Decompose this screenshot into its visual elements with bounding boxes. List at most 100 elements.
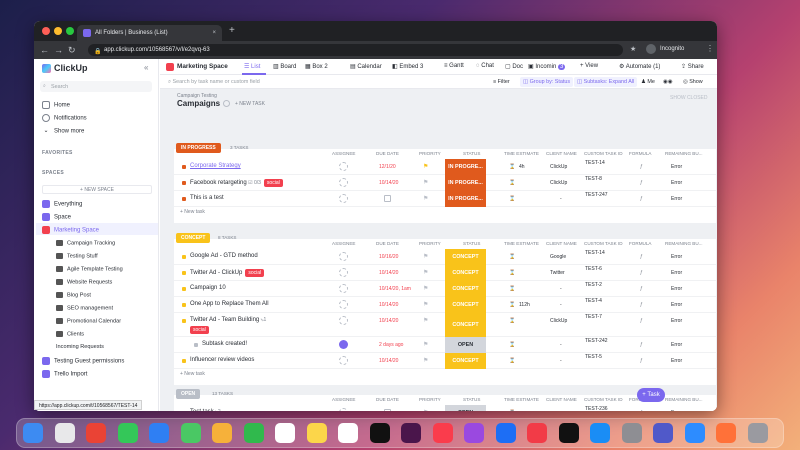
time-estimate[interactable]: 4h — [519, 164, 525, 170]
space-title[interactable]: Marketing Space — [177, 63, 228, 70]
chrome-dock-icon[interactable] — [86, 423, 106, 443]
status-cell[interactable]: CONCEPT — [445, 353, 486, 369]
column-header[interactable]: TIME ESTIMATE — [504, 241, 539, 246]
client-name[interactable]: - — [560, 196, 562, 202]
folder-item[interactable]: Testing Stuff — [56, 253, 98, 259]
finder-dock-icon[interactable] — [23, 423, 43, 443]
minimize-window-button[interactable] — [54, 27, 62, 35]
column-header[interactable]: FORMULA — [629, 151, 651, 156]
column-header[interactable]: CLIENT NAME — [546, 241, 577, 246]
hourglass-icon[interactable]: ⌛ — [509, 196, 515, 202]
client-name[interactable]: - — [560, 410, 562, 411]
custom-task-id[interactable]: TEST-7 — [585, 314, 602, 320]
stocks-dock-icon[interactable] — [558, 423, 579, 443]
tab-close-icon[interactable]: × — [212, 25, 216, 41]
reload-button[interactable]: ↻ — [68, 44, 76, 56]
trash-dock-icon[interactable] — [747, 423, 768, 443]
sidebar-item-marketing-space[interactable]: Marketing Space — [42, 226, 99, 234]
due-date[interactable]: 10/14/20 — [379, 302, 398, 308]
task-row[interactable]: Facebook retargeting ☑ 0/3 social 10/14/20… — [174, 175, 716, 191]
task-tag[interactable]: social — [190, 326, 209, 334]
star-icon[interactable]: ★ — [630, 45, 636, 53]
task-row[interactable]: Google Ad - GTD method 10/16/20 ⚑ CONCEPT ⌛ G… — [174, 249, 716, 265]
task-row[interactable]: Twitter Ad - ClickUp social 10/14/20 ⚑ CONCE… — [174, 265, 716, 281]
hourglass-icon[interactable]: ⌛ — [509, 318, 515, 324]
status-cell[interactable]: CONCEPT — [445, 265, 486, 281]
news-dock-icon[interactable] — [527, 423, 547, 443]
client-name[interactable]: Twitter — [550, 270, 565, 276]
priority-flag-icon[interactable]: ⚑ — [423, 269, 428, 276]
subtask-count[interactable]: 1 — [263, 317, 266, 323]
status-cell[interactable]: IN PROGRE... — [445, 175, 486, 191]
assignee-placeholder-icon[interactable] — [339, 162, 348, 171]
view-tab-board[interactable]: ▥ Board — [273, 63, 296, 70]
column-header[interactable]: PRIORITY — [419, 397, 441, 402]
sidebar-item-home[interactable]: Home — [42, 101, 70, 109]
task-status-square[interactable] — [182, 303, 186, 307]
messages-dock-icon[interactable] — [117, 423, 138, 443]
column-header[interactable]: FORMULA — [629, 241, 651, 246]
column-header[interactable]: REMAINING BU... — [665, 241, 703, 246]
view-tab-doc[interactable]: ▢ Doc — [505, 63, 523, 70]
zoom-dock-icon[interactable] — [684, 423, 705, 443]
show-closed-button[interactable]: SHOW CLOSED — [670, 95, 708, 101]
due-date[interactable]: 10/14/20 — [379, 318, 398, 324]
task-status-square[interactable] — [182, 255, 186, 259]
share-button[interactable]: ⇪ Share — [681, 63, 704, 70]
photos-dock-icon[interactable] — [212, 423, 232, 443]
view-tab-gantt[interactable]: ≡ Gantt — [444, 63, 464, 69]
task-row[interactable]: Corporate Strategy 12/1/20 ⚑ IN PROGRE... ⌛ 4… — [174, 159, 716, 175]
group-status-pill[interactable]: IN PROGRESS — [176, 143, 221, 153]
task-name[interactable]: Twitter Ad - Team Building ⤷1 social — [190, 317, 266, 334]
status-cell[interactable]: OPEN — [445, 405, 486, 411]
list-info-icon[interactable] — [223, 100, 230, 107]
column-header[interactable]: STATUS — [463, 397, 480, 402]
assignee-placeholder-icon[interactable] — [339, 284, 348, 293]
folder-item[interactable]: Promotional Calendar — [56, 318, 121, 324]
status-cell[interactable]: CONCEPT — [445, 297, 486, 313]
assignee-placeholder-icon[interactable] — [339, 268, 348, 277]
spaces-heading[interactable]: SPACES — [42, 170, 64, 176]
folder-item[interactable]: Agile Template Testing — [56, 266, 123, 272]
task-status-square[interactable] — [182, 271, 186, 275]
column-header[interactable]: REMAINING BU... — [665, 151, 703, 156]
new-task-fab[interactable]: + Task — [637, 388, 665, 402]
subtasks-button[interactable]: ◫ Subtasks: Expand All — [574, 77, 638, 87]
favorites-heading[interactable]: FAVORITES — [42, 150, 73, 156]
client-name[interactable]: Google — [550, 254, 566, 260]
column-header[interactable]: STATUS — [463, 151, 480, 156]
hourglass-icon[interactable]: ⌛ — [509, 302, 515, 308]
due-date[interactable]: 2 days ago — [379, 342, 403, 348]
sidebar-item-incoming-requests[interactable]: Incoming Requests — [56, 344, 104, 350]
calendar-icon[interactable] — [384, 409, 391, 411]
column-header[interactable]: REMAINING BU... — [665, 397, 703, 402]
custom-task-id[interactable]: TEST-14 — [585, 160, 605, 166]
sidebar-item-show-more[interactable]: ⌄ Show more — [42, 127, 84, 135]
show-button[interactable]: ◎ Show — [683, 79, 703, 85]
task-row[interactable]: Twitter Ad - Team Building ⤷1 social 10/14… — [174, 313, 716, 337]
priority-flag-icon[interactable]: ⚑ — [423, 357, 428, 364]
column-header[interactable]: PRIORITY — [419, 151, 441, 156]
facetime-dock-icon[interactable] — [243, 423, 264, 443]
task-name[interactable]: Corporate Strategy — [190, 163, 241, 169]
sidebar-item-testing-guest[interactable]: Testing Guest permissions — [42, 357, 124, 365]
task-row[interactable]: Test task ⤷2 ⚑ OPEN ⌛ - TEST-236 ƒ Error — [174, 405, 716, 411]
maximize-window-button[interactable] — [66, 27, 74, 35]
client-name[interactable]: ClickUp — [550, 180, 567, 186]
task-name[interactable]: Test task ⤷2 — [190, 409, 221, 411]
new-space-button[interactable]: + NEW SPACE — [42, 185, 152, 194]
task-status-square[interactable] — [182, 181, 186, 185]
due-date[interactable]: 12/1/20 — [379, 164, 396, 170]
custom-task-id[interactable]: TEST-242 — [585, 338, 608, 344]
hourglass-icon[interactable]: ⌛ — [509, 358, 515, 364]
task-row[interactable]: This is a test ⚑ IN PROGRE... ⌛ - TEST-247 ƒ Er… — [174, 191, 716, 207]
client-name[interactable]: - — [560, 286, 562, 292]
close-window-button[interactable] — [42, 27, 50, 35]
task-name[interactable]: This is a test — [190, 195, 224, 201]
maps-dock-icon[interactable] — [180, 423, 201, 443]
column-header[interactable]: ASSIGNEE — [332, 397, 356, 402]
notes-dock-icon[interactable] — [306, 423, 327, 443]
browser-tab[interactable]: All Folders | Business (List) × — [77, 25, 222, 41]
reminders-dock-icon[interactable] — [338, 423, 358, 443]
column-header[interactable]: PRIORITY — [419, 241, 441, 246]
